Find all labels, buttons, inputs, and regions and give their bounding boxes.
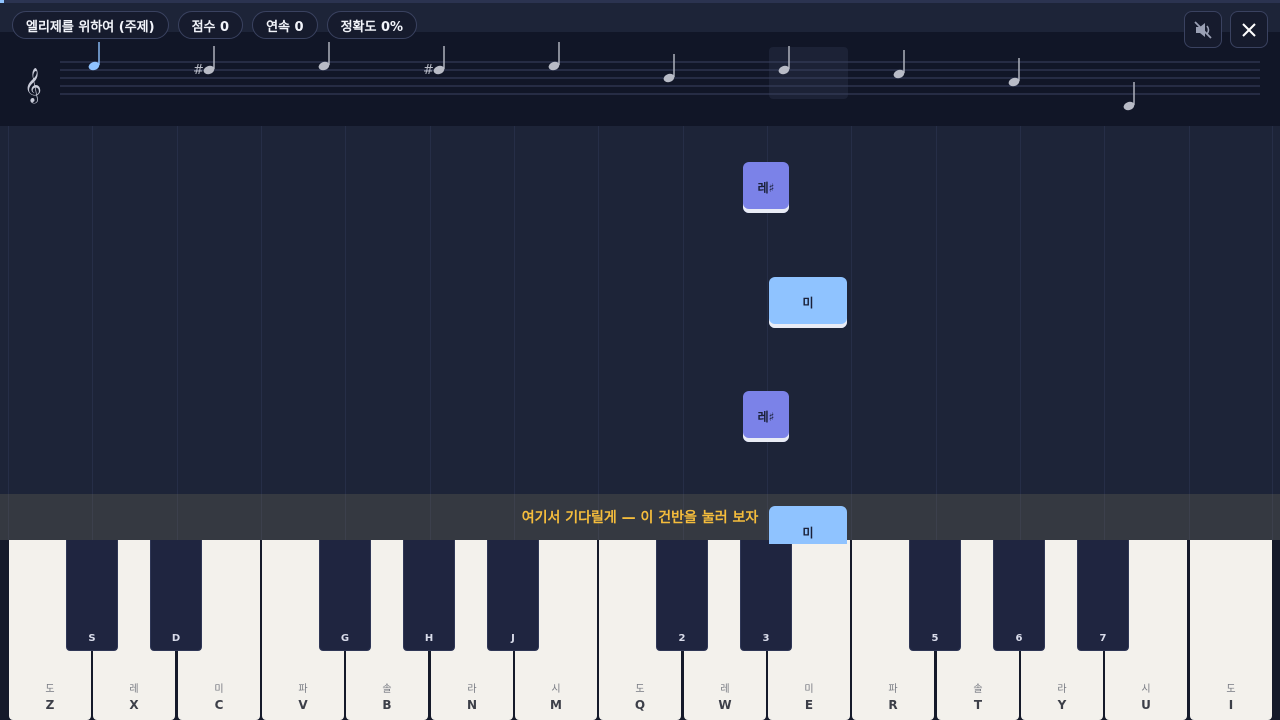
key-shortcut-label: 5 bbox=[931, 633, 939, 644]
black-key[interactable]: H bbox=[403, 540, 455, 651]
lane-divider bbox=[430, 126, 431, 540]
key-shortcut-label: B bbox=[382, 698, 392, 712]
key-shortcut-label: E bbox=[804, 698, 814, 712]
key-shortcut-label: M bbox=[550, 698, 562, 712]
key-note-label: 시 bbox=[551, 684, 561, 695]
lane-divider bbox=[345, 126, 346, 540]
song-title-pill[interactable]: 엘리제를 위하여 (주제) bbox=[12, 11, 169, 39]
speaker-muted-icon bbox=[1194, 20, 1212, 39]
falling-note-d-sharp: 레♯ bbox=[743, 162, 789, 213]
falling-note-d-sharp: 레♯ bbox=[743, 391, 789, 442]
lane-divider bbox=[1272, 126, 1273, 540]
close-icon bbox=[1242, 22, 1256, 37]
key-shortcut-label: G bbox=[340, 633, 350, 644]
song-progress-bar bbox=[0, 0, 1280, 3]
black-key[interactable]: 7 bbox=[1077, 540, 1129, 651]
staff-note bbox=[88, 42, 100, 71]
lane-divider bbox=[936, 126, 937, 540]
hint-banner: 여기서 기다릴게 — 이 건반을 눌러 보자 bbox=[0, 494, 1280, 540]
mute-button[interactable] bbox=[1184, 11, 1222, 48]
score-pill: 점수 0 bbox=[177, 11, 244, 39]
key-note-label: 라 bbox=[467, 684, 477, 695]
lane-divider bbox=[514, 126, 515, 540]
staff-note bbox=[893, 50, 905, 79]
key-note-label: 파 bbox=[298, 684, 308, 695]
lane-divider bbox=[598, 126, 599, 540]
key-note-label: 파 bbox=[888, 684, 898, 695]
key-shortcut-label: Z bbox=[45, 698, 55, 712]
key-shortcut-label: X bbox=[129, 698, 139, 712]
key-shortcut-label: I bbox=[1228, 698, 1234, 712]
stats-bar: 엘리제를 위하여 (주제) 점수 0 연속 0 정확도 0% bbox=[12, 11, 418, 39]
lane-divider bbox=[177, 126, 178, 540]
key-note-label: 라 bbox=[1057, 684, 1067, 695]
key-note-label: 도 bbox=[1226, 684, 1236, 695]
key-shortcut-label: C bbox=[214, 698, 224, 712]
key-shortcut-label: J bbox=[511, 633, 515, 644]
black-key[interactable]: G bbox=[319, 540, 371, 651]
key-shortcut-label: Q bbox=[634, 698, 646, 712]
lane-divider bbox=[261, 126, 262, 540]
staff-note bbox=[548, 42, 560, 71]
key-shortcut-label: T bbox=[973, 698, 983, 712]
key-note-label: 도 bbox=[635, 684, 645, 695]
key-shortcut-label: V bbox=[298, 698, 308, 712]
lane-divider bbox=[8, 126, 9, 540]
staff-note bbox=[663, 54, 675, 83]
lane-divider bbox=[1104, 126, 1105, 540]
key-shortcut-label: 7 bbox=[1099, 633, 1107, 644]
close-button[interactable] bbox=[1230, 11, 1268, 48]
key-note-label: 솔 bbox=[973, 684, 983, 695]
key-shortcut-label: 6 bbox=[1015, 633, 1023, 644]
staff-note bbox=[318, 42, 330, 71]
black-key[interactable]: S bbox=[66, 540, 118, 651]
lane-divider bbox=[683, 126, 684, 540]
key-shortcut-label: 3 bbox=[762, 633, 770, 644]
key-shortcut-label: U bbox=[1141, 698, 1151, 712]
lane-divider bbox=[851, 126, 852, 540]
black-key[interactable]: 5 bbox=[909, 540, 961, 651]
treble-clef-icon: 𝄞 bbox=[24, 68, 42, 104]
key-shortcut-label: R bbox=[888, 698, 898, 712]
key-note-label: 레 bbox=[129, 684, 139, 695]
key-shortcut-label: D bbox=[171, 633, 181, 644]
key-shortcut-label: Y bbox=[1057, 698, 1067, 712]
falling-note-e-current: 미 bbox=[769, 506, 847, 544]
key-note-label: 미 bbox=[804, 684, 814, 695]
key-note-label: 미 bbox=[214, 684, 224, 695]
staff-panel: 𝄞 # # bbox=[0, 32, 1280, 126]
black-key[interactable]: 3 bbox=[740, 540, 792, 651]
sharp-sign-icon: # bbox=[193, 63, 204, 78]
song-progress-fill bbox=[0, 0, 4, 3]
black-key[interactable]: 2 bbox=[656, 540, 708, 651]
staff-lines bbox=[60, 61, 1260, 95]
key-note-label: 레 bbox=[720, 684, 730, 695]
black-key[interactable]: D bbox=[150, 540, 202, 651]
falling-note-e: 미 bbox=[769, 277, 847, 328]
piano-keyboard: 도Z레X미C파V솔B라N시M도Q레W미E파R솔T라Y시U도ISDGHJ23567 bbox=[0, 540, 1280, 720]
lane-divider bbox=[1020, 126, 1021, 540]
key-shortcut-label: W bbox=[718, 698, 732, 712]
white-key[interactable]: 도I bbox=[1190, 540, 1272, 720]
sharp-sign-icon: # bbox=[423, 63, 434, 78]
streak-pill: 연속 0 bbox=[252, 11, 318, 39]
key-shortcut-label: N bbox=[466, 698, 478, 712]
key-note-label: 시 bbox=[1141, 684, 1151, 695]
accuracy-pill: 정확도 0% bbox=[326, 11, 418, 39]
staff: 𝄞 # # bbox=[24, 42, 1260, 111]
key-note-label: 솔 bbox=[382, 684, 392, 695]
staff-notes: # # bbox=[88, 42, 1135, 111]
key-shortcut-label: 2 bbox=[678, 633, 686, 644]
black-key[interactable]: 6 bbox=[993, 540, 1045, 651]
black-key[interactable]: J bbox=[487, 540, 539, 651]
lane-divider bbox=[92, 126, 93, 540]
key-shortcut-label: H bbox=[424, 633, 434, 644]
lane-divider bbox=[1189, 126, 1190, 540]
note-lanes bbox=[0, 126, 1280, 540]
key-note-label: 도 bbox=[45, 684, 55, 695]
key-shortcut-label: S bbox=[88, 633, 96, 644]
